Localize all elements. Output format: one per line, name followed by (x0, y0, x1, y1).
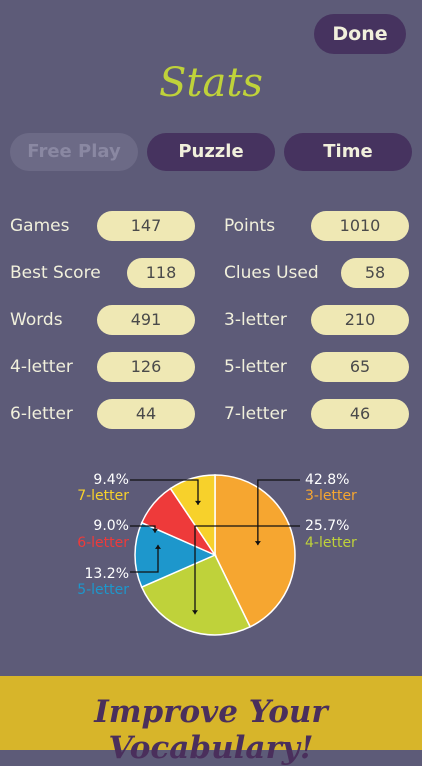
slice-percent-label: 25.7% (305, 518, 349, 534)
word-length-pie-chart: 42.8%3-letter 25.7%4-letter 13.2%5-letter 9… (77, 472, 357, 636)
five-letter-label: 5-letter (224, 357, 287, 377)
four-letter-value: 126 (97, 352, 195, 382)
points-label: Points (224, 216, 276, 236)
slice-name-label: 7-letter (77, 488, 129, 504)
tab-time[interactable]: Time (284, 133, 412, 171)
games-label: Games (10, 216, 70, 236)
three-letter-label: 3-letter (224, 310, 287, 330)
tab-puzzle[interactable]: Puzzle (147, 133, 275, 171)
banner-text: Improve Your Vocabulary! (94, 694, 328, 766)
slice-name-label: 6-letter (77, 535, 129, 551)
three-letter-value: 210 (311, 305, 409, 335)
done-button[interactable]: Done (314, 14, 406, 54)
points-value: 1010 (311, 211, 409, 241)
best-score-value: 118 (127, 258, 195, 288)
promo-banner: Improve Your Vocabulary! (0, 676, 422, 766)
slice-name-label: 5-letter (77, 582, 129, 598)
seven-letter-label: 7-letter (224, 404, 287, 424)
slice-name-label: 3-letter (305, 488, 357, 504)
five-letter-value: 65 (311, 352, 409, 382)
slice-percent-label: 42.8% (305, 472, 349, 488)
words-label: Words (10, 310, 63, 330)
page-title: Stats (159, 60, 263, 106)
slice-percent-label: 9.0% (93, 518, 129, 534)
slice-name-label: 4-letter (305, 535, 357, 551)
four-letter-label: 4-letter (10, 357, 73, 377)
clues-used-value: 58 (341, 258, 409, 288)
seven-letter-value: 46 (311, 399, 409, 429)
slice-percent-label: 13.2% (85, 566, 129, 582)
tab-free-play[interactable]: Free Play (10, 133, 138, 171)
six-letter-label: 6-letter (10, 404, 73, 424)
six-letter-value: 44 (97, 399, 195, 429)
games-value: 147 (97, 211, 195, 241)
clues-used-label: Clues Used (224, 263, 319, 283)
words-value: 491 (97, 305, 195, 335)
best-score-label: Best Score (10, 263, 101, 283)
slice-percent-label: 9.4% (93, 472, 129, 488)
